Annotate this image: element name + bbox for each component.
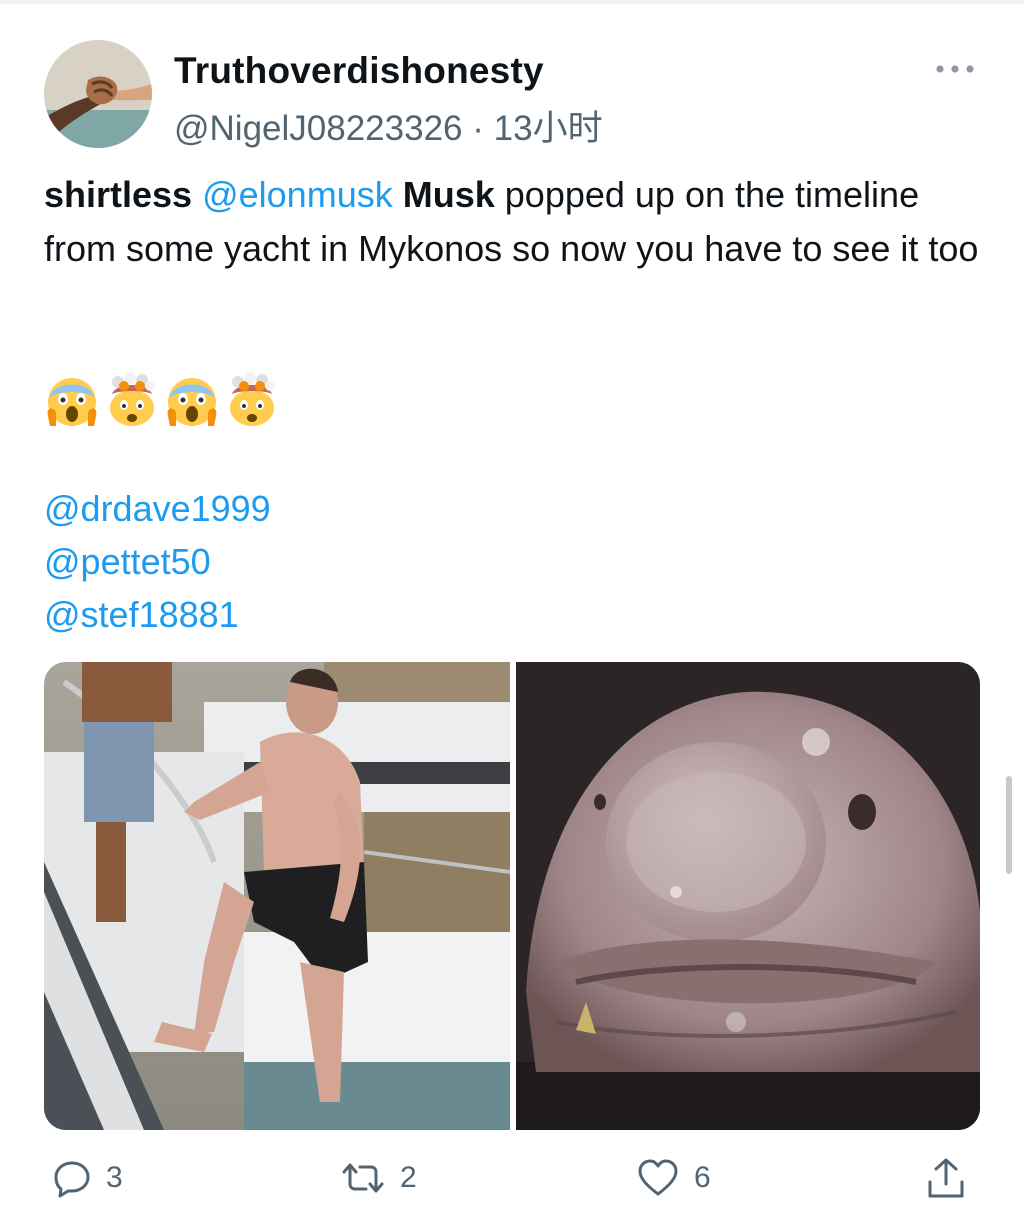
meta-separator: ·	[472, 109, 484, 148]
screaming-face-emoji	[47, 378, 97, 426]
media-grid	[44, 662, 980, 1130]
action-bar: 3 2 6	[44, 1150, 984, 1206]
more-options-icon[interactable]	[934, 58, 976, 80]
exploding-head-emoji	[230, 372, 275, 426]
retweet-count: 2	[400, 1161, 417, 1194]
like-count: 6	[694, 1161, 711, 1194]
photo-blobfish[interactable]	[516, 662, 980, 1130]
share-icon	[928, 1158, 964, 1198]
mention-drdave1999[interactable]: @drdave1999	[44, 482, 271, 535]
reply-icon	[54, 1161, 90, 1198]
display-name[interactable]: Truthoverdishonesty	[174, 50, 544, 92]
share-button[interactable]	[924, 1150, 968, 1206]
exploding-head-emoji	[110, 372, 155, 426]
screaming-face-emoji	[167, 378, 217, 426]
bold-word-musk: Musk	[402, 174, 495, 215]
heart-icon	[638, 1159, 678, 1196]
mention-pettet50[interactable]: @pettet50	[44, 535, 271, 588]
retweet-icon	[342, 1163, 384, 1193]
emoji-row	[44, 372, 280, 432]
mention-list: @drdave1999 @pettet50 @stef18881	[44, 482, 271, 641]
handle[interactable]: @NigelJ08223326	[174, 109, 463, 148]
mention-stef18881[interactable]: @stef18881	[44, 588, 271, 641]
like-button[interactable]: 6	[636, 1150, 711, 1206]
photo-man-on-yacht[interactable]	[44, 662, 510, 1130]
retweet-button[interactable]: 2	[340, 1150, 417, 1206]
reply-count: 3	[106, 1161, 123, 1194]
tweet-meta: @NigelJ08223326 · 13小时	[174, 100, 603, 151]
timestamp[interactable]: 13小时	[494, 109, 603, 148]
scrollbar[interactable]	[1006, 776, 1012, 874]
bold-word-shirtless: shirtless	[44, 174, 193, 215]
tweet[interactable]: Truthoverdishonesty @NigelJ08223326 · 13…	[0, 0, 1024, 1209]
mention-elonmusk[interactable]: @elonmusk	[202, 174, 393, 215]
reply-button[interactable]: 3	[52, 1150, 123, 1206]
tweet-text: shirtless @elonmusk Musk popped up on th…	[44, 168, 984, 276]
handshake-avatar-image	[44, 40, 152, 148]
avatar[interactable]	[44, 40, 152, 148]
